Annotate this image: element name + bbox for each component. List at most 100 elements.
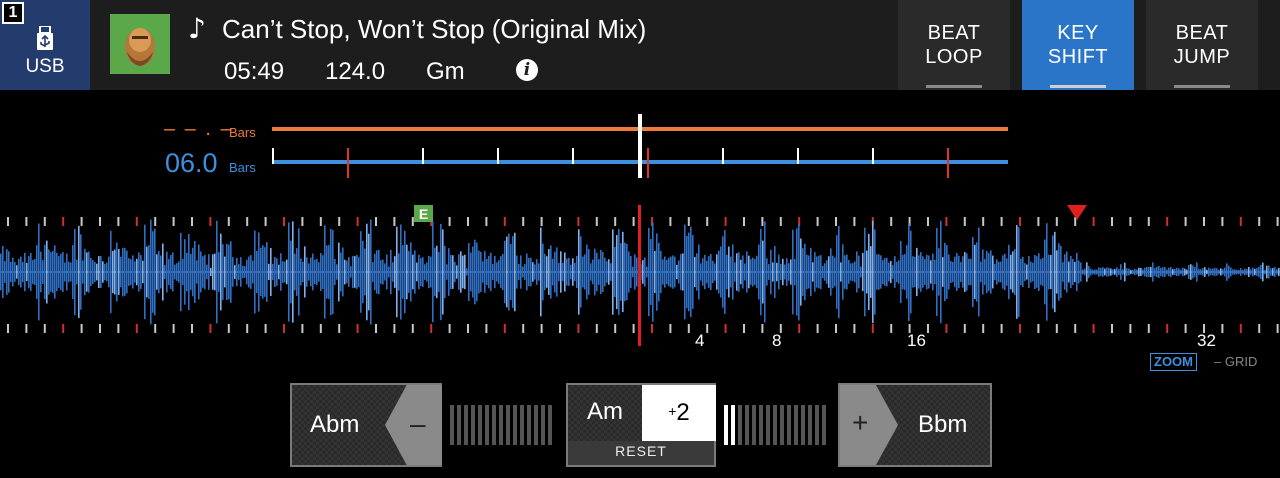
grid-tick [154,324,157,333]
waveform-bar [838,225,840,319]
info-icon[interactable]: i [516,59,538,81]
key-down-button[interactable]: Abm – [290,383,442,467]
waveform-bar [950,260,952,283]
waveform-bar [932,253,934,291]
grid-tick [1276,217,1279,226]
waveform-bar [358,257,360,287]
meter-segment [766,405,770,445]
waveform-bar [846,254,848,290]
zoom-mode-label[interactable]: ZOOM [1150,353,1197,371]
waveform-bar [370,219,372,325]
grid-tick [430,324,433,333]
grid-tick [154,217,157,226]
grid-tick [779,217,782,226]
music-note-icon: ♪ [188,12,206,45]
waveform-bar [1270,268,1272,276]
waveform-bar [778,254,780,290]
waveform-bar [922,256,924,288]
waveform-bar [402,245,404,299]
waveform-bar [428,255,430,289]
waveform-bar [424,264,426,280]
waveform-bar [90,258,92,286]
waveform-bar [482,261,484,283]
grid-tick [963,324,966,333]
hot-cue-marker[interactable] [1067,205,1087,220]
waveform-bar [178,261,180,283]
waveform-bar [284,261,286,283]
waveform-bar [80,234,82,310]
source-panel[interactable]: 1 USB [0,0,90,90]
waveform-bar [244,266,246,278]
waveform-bar [86,252,88,292]
waveform-bar [144,224,146,320]
waveform-bar [702,258,704,286]
deck-number: 1 [2,2,24,24]
beat-loop-button[interactable]: BEAT LOOP [898,0,1010,90]
waveform-bar [1086,262,1088,282]
grid-tick [485,217,488,226]
waveform-bar [136,258,138,286]
waveform-bar [1156,266,1158,277]
source-label: USB [25,56,65,77]
grid-tick [724,217,727,226]
phrase-tick [872,148,874,164]
waveform-bar [1146,267,1148,277]
waveform-bar [624,242,626,302]
grid-tick [1000,217,1003,226]
waveform-bar [1272,268,1274,276]
waveform-bar [256,250,258,294]
waveform-bar [1260,265,1262,280]
waveform-bar [1036,256,1038,288]
key-up-button[interactable]: + Bbm [838,383,992,467]
meter-segment [450,405,454,445]
waveform-bar [1168,267,1170,277]
waveform-bar [564,252,566,292]
grid-mode-label[interactable]: – GRID [1214,354,1257,370]
waveform-bar [456,265,458,279]
key-shift-button[interactable]: KEY SHIFT [1022,0,1134,90]
waveform-bar [776,262,778,282]
waveform-bar [454,261,456,283]
waveform-bar [562,263,564,281]
waveform-bar [886,257,888,287]
waveform-bar [450,254,452,290]
waveform-bar [44,244,46,300]
waveform-bar [220,233,222,311]
waveform-bar [642,260,644,284]
beat-jump-line1: BEAT [1175,22,1229,44]
waveform-bar [368,233,370,311]
waveform-bar [1176,267,1178,277]
waveform-bar [374,253,376,291]
reset-button[interactable]: RESET [568,443,714,459]
waveform-bar [490,252,492,292]
waveform-bar [1118,268,1120,275]
waveform-bar [810,247,812,297]
waveform-bar [1218,269,1220,275]
waveform-bar [894,256,896,288]
waveform-bar [544,253,546,291]
grid-tick [706,324,709,333]
waveform-bar [612,229,614,315]
waveform-bar [496,262,498,282]
memory-cue-marker[interactable]: E [414,205,433,222]
grid-tick [411,324,414,333]
waveform-bar [1072,259,1074,285]
waveform-bar [1096,269,1098,275]
waveform-bar [336,264,338,280]
waveform-bar [912,256,914,288]
waveform-bar [844,255,846,289]
grid-tick [945,217,948,226]
waveform-bar [536,259,538,285]
waveform-bar [1012,251,1014,293]
waveform-bar [534,264,536,280]
waveform-bar [1158,266,1160,278]
waveform-bar [646,266,648,278]
waveform-bar [1246,269,1248,275]
waveform-bar [750,259,752,285]
beat-jump-button[interactable]: BEAT JUMP [1146,0,1258,90]
waveform-bar [320,253,322,292]
waveform-bar [346,260,348,284]
waveform-bar [1106,267,1108,277]
waveform-bar [600,249,602,295]
waveform-display[interactable]: E [0,200,1280,350]
